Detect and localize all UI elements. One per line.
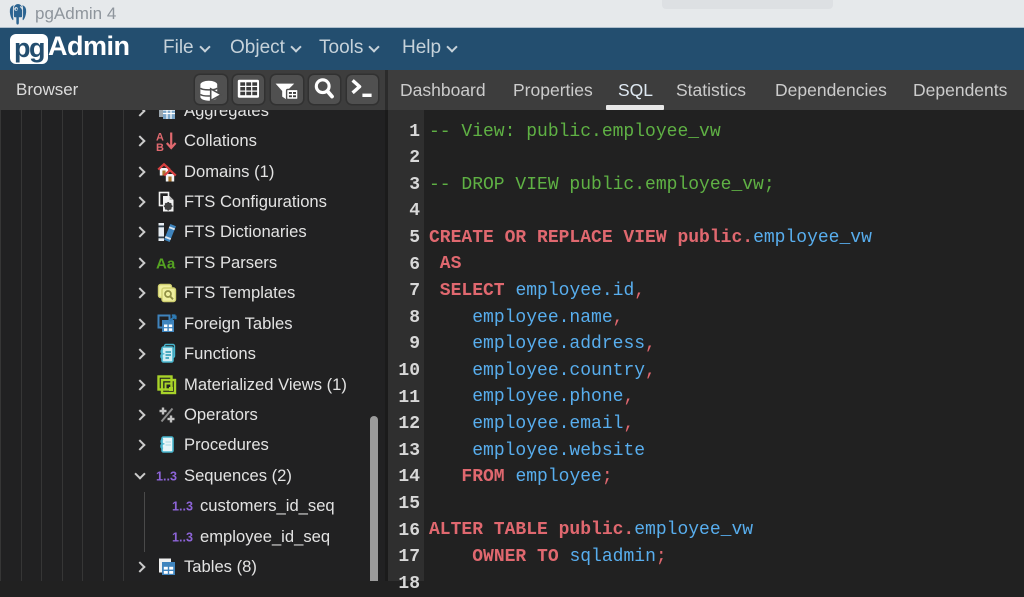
svg-text:1..3: 1..3	[156, 469, 177, 483]
svg-text:Aa: Aa	[156, 255, 176, 272]
svg-text:1..3: 1..3	[172, 500, 193, 514]
svg-text:B: B	[156, 142, 164, 152]
svg-text:1..3: 1..3	[172, 530, 193, 544]
